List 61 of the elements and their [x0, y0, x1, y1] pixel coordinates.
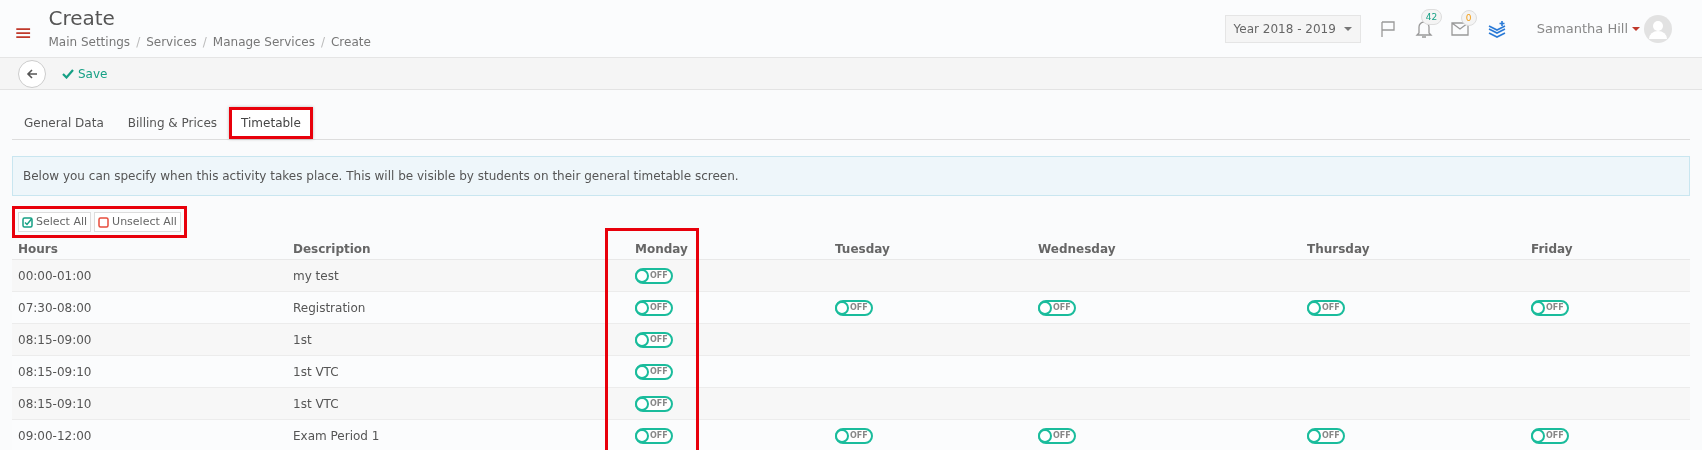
message-badge: 0 [1460, 9, 1477, 26]
toggle-switch[interactable]: OFF [635, 427, 673, 444]
tab[interactable]: Timetable [229, 107, 313, 139]
caret-icon[interactable] [1632, 26, 1640, 31]
user-name[interactable]: Samantha Hill [1536, 18, 1628, 39]
table-cell: 08:15-09:10 [18, 364, 92, 379]
column-header: Description [293, 241, 371, 256]
tab[interactable]: General Data [12, 107, 116, 139]
breadcrumb-separator: / [202, 34, 207, 51]
info-alert: Below you can specify when this activity takes place. This will be visible by students on their general timetable screen. [12, 156, 1690, 196]
toggle-switch[interactable]: OFF [1307, 427, 1345, 444]
breadcrumb-separator: / [136, 34, 141, 51]
menu-icon[interactable]: ≡ [14, 21, 33, 44]
table-cell: 08:15-09:10 [18, 396, 92, 411]
table-cell: 08:15-09:00 [18, 332, 92, 347]
toggle-switch[interactable]: OFF [635, 331, 673, 348]
toggle-switch[interactable]: OFF [1531, 427, 1569, 444]
table-cell: 09:00-12:00 [18, 428, 92, 443]
year-select[interactable]: Year 2018 - 2019 [1224, 14, 1361, 43]
check-icon [62, 68, 74, 79]
checked-box-icon [22, 216, 33, 228]
toggle-switch[interactable]: OFF [1038, 299, 1076, 316]
toggle-switch[interactable]: OFF [1531, 299, 1569, 316]
table-cell: 1st VTC [293, 364, 339, 379]
toggle-switch[interactable]: OFF [835, 299, 873, 316]
breadcrumb-link[interactable]: Main Settings [48, 33, 131, 51]
breadcrumb-separator: / [320, 34, 325, 51]
column-header: Thursday [1307, 241, 1370, 256]
column-header: Tuesday [835, 241, 890, 256]
select-all-button[interactable]: Select All [18, 212, 92, 232]
back-arrow-icon [26, 67, 38, 80]
page-title: Create [48, 6, 116, 31]
column-header: Wednesday [1038, 241, 1116, 256]
column-header: Friday [1531, 241, 1573, 256]
empty-box-icon [98, 216, 110, 228]
toggle-switch[interactable]: OFF [1038, 427, 1076, 444]
table-cell: 1st VTC [293, 396, 339, 411]
layers-plus-icon[interactable] [1486, 19, 1507, 38]
table-cell: 00:00-01:00 [18, 268, 92, 283]
back-button[interactable] [18, 59, 46, 88]
save-button[interactable]: Save [62, 64, 108, 83]
column-header: Monday [635, 241, 688, 256]
notification-badge: 42 [1420, 8, 1443, 25]
table-cell: Registration [293, 300, 366, 315]
toggle-switch[interactable]: OFF [635, 363, 673, 380]
tab[interactable]: Billing & Prices [115, 107, 230, 139]
toggle-switch[interactable]: OFF [635, 267, 673, 284]
table-cell: 07:30-08:00 [18, 300, 92, 315]
toggle-switch[interactable]: OFF [635, 299, 673, 316]
toggle-switch[interactable]: OFF [1307, 299, 1345, 316]
column-header: Hours [18, 241, 58, 256]
toggle-switch[interactable]: OFF [835, 427, 873, 444]
table-cell: my test [293, 268, 339, 283]
unselect-all-button[interactable]: Unselect All [94, 212, 181, 232]
table-cell: 1st [293, 332, 312, 347]
flag-icon[interactable] [1378, 19, 1397, 38]
breadcrumb-link[interactable]: Services [146, 33, 197, 51]
toggle-switch[interactable]: OFF [635, 395, 673, 412]
breadcrumb-link[interactable]: Manage Services [212, 33, 315, 51]
table-cell: Exam Period 1 [293, 428, 380, 443]
envelope-icon[interactable] [1450, 21, 1469, 36]
